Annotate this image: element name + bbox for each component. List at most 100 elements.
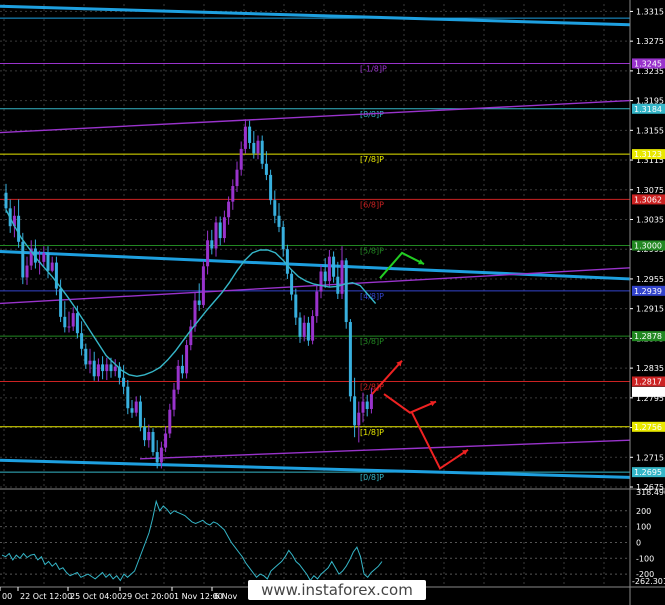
candle-body <box>113 366 117 372</box>
candle-body <box>122 377 126 387</box>
candle-body <box>17 215 21 242</box>
channel-line <box>139 439 631 460</box>
y-tick-label: 1.3155 <box>636 126 664 135</box>
candle-body <box>201 266 205 305</box>
candle-body <box>67 326 71 328</box>
candle-body <box>151 432 155 453</box>
candle-body <box>285 249 289 274</box>
candle-body <box>59 288 63 317</box>
candle-body <box>277 215 281 227</box>
channel-line <box>0 267 631 305</box>
channel-line <box>0 458 631 479</box>
candle-body <box>109 364 113 372</box>
forecast-arrows <box>371 251 469 470</box>
y-tick-label: 1.2915 <box>636 305 664 314</box>
candle-body <box>218 222 222 239</box>
candle-body <box>75 313 79 334</box>
channel-line <box>0 249 631 281</box>
candle-body <box>365 401 369 409</box>
x-tick-label: 00 <box>2 592 12 601</box>
candle-body <box>361 401 365 413</box>
candle-body <box>231 186 235 202</box>
candle-body <box>176 365 180 390</box>
y-tick-label: 1.2955 <box>636 275 664 284</box>
candle-body <box>96 364 100 377</box>
forecast-arrow <box>383 393 437 414</box>
candle-body <box>248 126 252 143</box>
price-tag-label: 1.3062 <box>634 195 662 204</box>
price-chart: [-1/8]P[8/8]P[7/8]P[6/8]P[5/8]P[4/8]P[3/… <box>0 0 665 605</box>
cci-indicator <box>0 499 630 582</box>
candle-body <box>84 348 88 365</box>
candle-body <box>369 394 373 409</box>
murrey-label: [5/8]P <box>360 247 384 256</box>
candle-body <box>353 396 357 426</box>
candle-body <box>294 294 298 318</box>
price-tag-label: 1.3000 <box>634 242 662 251</box>
candle-body <box>269 174 273 201</box>
candle-body <box>155 452 159 463</box>
candle-body <box>256 140 260 154</box>
candle-body <box>4 192 8 209</box>
x-tick-label: 6 Nov <box>214 592 238 601</box>
chart-grid <box>0 4 665 584</box>
price-tag-label: 1.2939 <box>634 287 662 296</box>
candle-body <box>164 433 168 448</box>
murrey-label: [-1/8]P <box>360 64 387 73</box>
candle-body <box>143 426 147 441</box>
candle-body <box>281 226 285 250</box>
candle-body <box>197 300 201 305</box>
candlesticks <box>4 119 373 469</box>
cci-tick-label: 200 <box>636 507 651 516</box>
murrey-label: [7/8]P <box>360 155 384 164</box>
candle-body <box>302 322 306 337</box>
candle-body <box>239 148 243 170</box>
watermark: www.instaforex.com <box>248 580 426 600</box>
candle-body <box>63 316 67 328</box>
y-tick-label: 1.3275 <box>636 37 664 46</box>
candle-body <box>227 201 231 218</box>
price-tag-label: 1.2695 <box>634 468 662 477</box>
murrey-levels: [-1/8]P[8/8]P[7/8]P[6/8]P[5/8]P[4/8]P[3/… <box>0 17 630 482</box>
candle-body <box>105 364 109 372</box>
candle-body <box>357 412 361 426</box>
y-tick-label: 1.3075 <box>636 186 664 195</box>
candle-body <box>71 313 75 327</box>
trend-channels <box>0 4 631 479</box>
channel-line <box>0 4 631 27</box>
forecast-arrow <box>379 251 425 279</box>
candle-body <box>214 222 218 249</box>
x-tick-label: 25 Oct 04:00 <box>70 592 122 601</box>
candle-body <box>168 409 172 434</box>
candle-body <box>273 200 277 216</box>
candle-body <box>222 217 226 239</box>
candle-body <box>290 273 294 295</box>
murrey-label: [1/8]P <box>360 428 384 437</box>
cci-tick-label: 318.4907 <box>636 488 665 497</box>
candle-body <box>126 386 130 409</box>
price-tag-label: 1.3245 <box>634 59 662 68</box>
candle-body <box>185 345 189 374</box>
candle-body <box>264 163 268 175</box>
candle-body <box>88 360 92 365</box>
candle-body <box>344 260 348 323</box>
candle-body <box>306 322 310 341</box>
candle-body <box>243 126 247 149</box>
price-tag-label: 1.2878 <box>634 332 662 341</box>
price-tag-label: 1.2817 <box>634 377 662 386</box>
price-tag-label: 1.2756 <box>634 423 662 432</box>
forecast-arrow <box>411 412 469 470</box>
candle-body <box>42 252 46 262</box>
cci-line <box>1 499 383 582</box>
price-tag-label: 1.3184 <box>634 105 662 114</box>
candle-body <box>332 256 336 277</box>
candle-body <box>315 291 319 317</box>
price-tag-label: 1.3123 <box>634 150 662 159</box>
candle-body <box>172 389 176 410</box>
cci-tick-label: -100 <box>636 554 654 563</box>
candle-body <box>80 333 84 349</box>
candle-body <box>348 322 352 397</box>
x-tick-label: 29 Oct 20:00 <box>122 592 174 601</box>
channel-line <box>0 99 631 134</box>
candle-body <box>327 256 331 282</box>
